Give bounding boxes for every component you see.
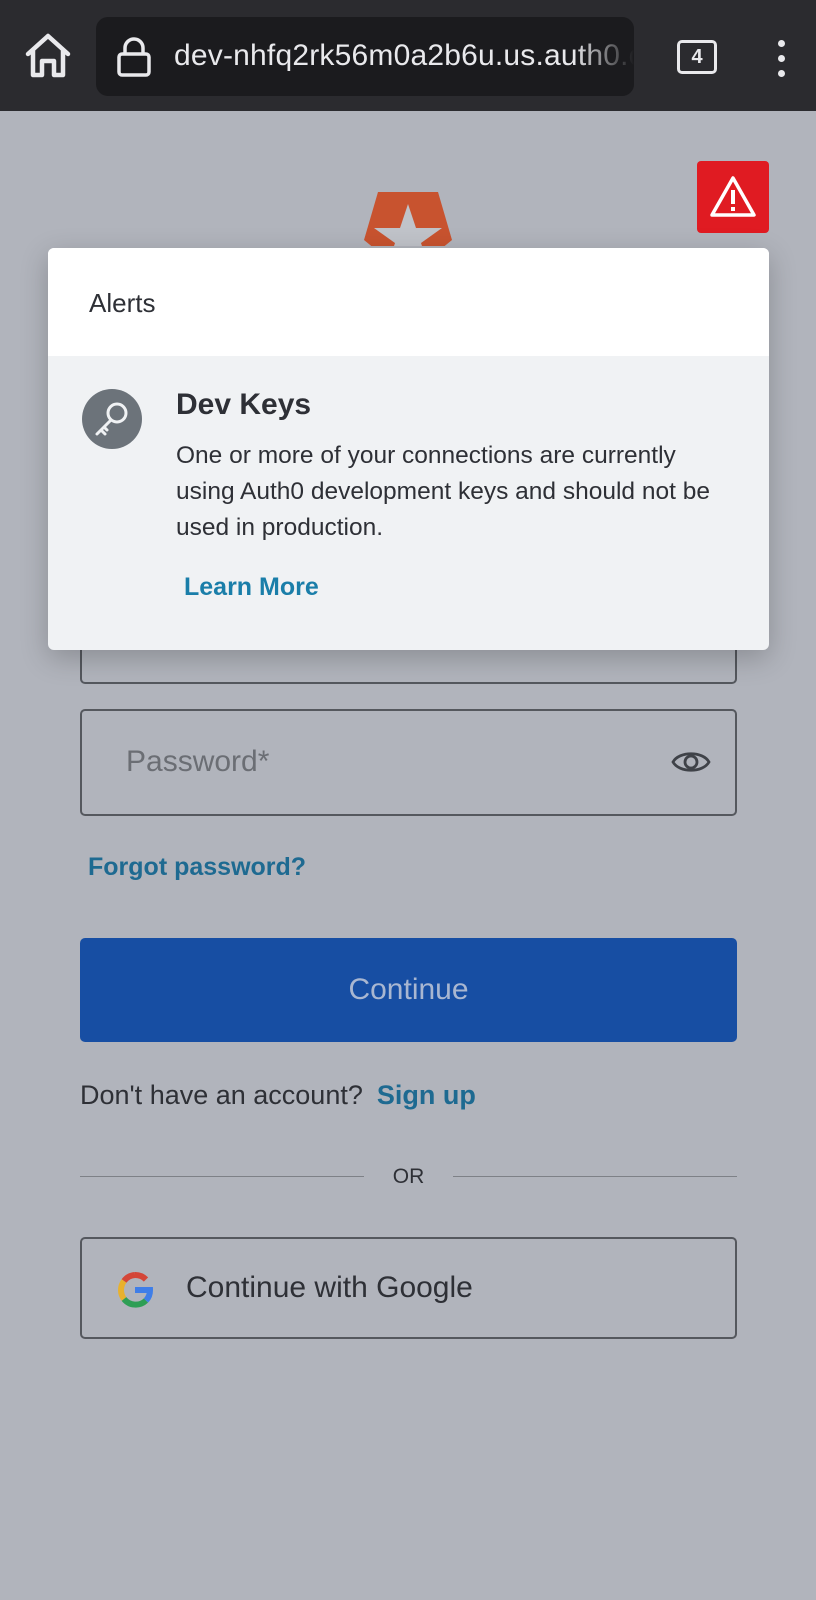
key-icon [95,402,128,436]
home-icon [25,33,71,78]
tab-switcher-button[interactable]: 4 [677,40,717,74]
signup-link[interactable]: Sign up [377,1080,476,1110]
password-placeholder: Password* [126,745,270,778]
tab-count: 4 [691,46,703,68]
alerts-popup: Alerts Dev Keys One or more of your conn… [48,248,769,650]
learn-more-link[interactable]: Learn More [184,573,319,602]
continue-button[interactable]: Continue [80,938,737,1042]
alerts-button[interactable] [697,161,769,233]
alerts-popup-title: Alerts [89,288,156,318]
url-fade [574,17,634,96]
google-label: Continue with Google [186,1271,473,1304]
or-label: OR [392,1165,425,1188]
alert-title: Dev Keys [176,388,312,421]
auth0-logo [360,190,456,246]
key-avatar [82,389,142,449]
forgot-password-link[interactable]: Forgot password? [88,853,306,882]
signup-row: Don't have an account? Sign up [80,1080,476,1111]
address-bar[interactable]: dev-nhfq2rk56m0a2b6u.us.auth0.com [96,17,634,96]
alerts-popup-header: Alerts [48,248,769,356]
eye-icon[interactable] [671,747,711,777]
or-divider: OR [80,1163,737,1191]
browser-toolbar: dev-nhfq2rk56m0a2b6u.us.auth0.com 4 [0,0,816,111]
alert-body: One or more of your connections are curr… [176,442,710,541]
kebab-menu-icon[interactable] [770,38,794,78]
warning-icon [710,176,756,217]
home-button[interactable] [22,30,74,82]
lock-icon [117,37,151,77]
continue-with-google-button[interactable]: Continue with Google [80,1237,737,1339]
google-icon [118,1272,153,1308]
password-field[interactable]: Password* [80,709,737,816]
url-text: dev-nhfq2rk56m0a2b6u.us.auth0.com [174,39,634,72]
signup-prompt: Don't have an account? [80,1080,363,1110]
